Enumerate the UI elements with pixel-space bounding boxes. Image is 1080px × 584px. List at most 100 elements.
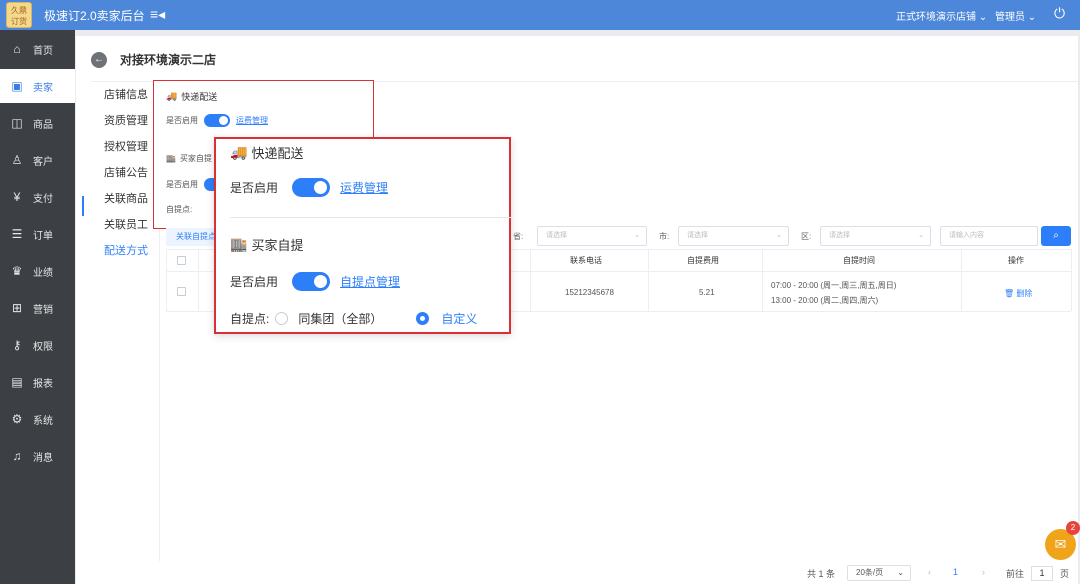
subnav-item-authorization[interactable]: 授权管理 (104, 140, 160, 166)
goto-page-input[interactable]: 1 (1031, 566, 1053, 581)
keyword-input[interactable]: 请输入内容 (940, 226, 1038, 246)
users-icon: ♙ (11, 153, 23, 167)
sidebar-item-label: 营销 (33, 304, 53, 316)
sidebar-item-permissions[interactable]: ⚷ 权限 (0, 328, 75, 362)
sidebar: ⌂ 首页 ▣ 卖家 ◫ 商品 ♙ 客户 ¥ 支付 ☰ 订单 ♛ 业绩 ⊞ 营销 ⚷ 权限 ▤ 报表 … (0, 30, 75, 584)
top-bar: 久鼎 订货 极速订2.0卖家后台 ≡◂ 正式环境演示店铺 ⌄ 管理员 ⌄ ⏻ (0, 0, 1080, 30)
gear-icon: ⚙ (11, 412, 23, 426)
page-size-select[interactable]: 20条/页 ⌄ (847, 565, 911, 581)
sidebar-item-messages[interactable]: ♫ 消息 (0, 439, 75, 473)
sidebar-item-system[interactable]: ⚙ 系统 (0, 402, 75, 436)
enable-label: 是否启用 (230, 275, 279, 289)
sidebar-item-orders[interactable]: ☰ 订单 (0, 217, 75, 251)
table-col-border (198, 249, 199, 311)
active-indicator (82, 196, 84, 216)
bag-icon: ◫ (11, 116, 23, 130)
table-col-border (648, 249, 649, 311)
sidebar-item-home[interactable]: ⌂ 首页 (0, 32, 75, 66)
store-switcher[interactable]: 正式环境演示店铺 ⌄ (896, 8, 987, 23)
bell-icon: ♫ (12, 449, 22, 463)
sidebar-item-performance[interactable]: ♛ 业绩 (0, 254, 75, 288)
next-page-button[interactable]: › (982, 567, 985, 577)
prev-page-button[interactable]: ‹ (928, 567, 931, 577)
current-page[interactable]: 1 (953, 567, 958, 577)
select-all-checkbox[interactable] (177, 256, 186, 265)
express-toggle[interactable] (292, 178, 331, 197)
store-name: 正式环境演示店铺 (896, 12, 976, 23)
row-checkbox[interactable] (177, 287, 186, 296)
pickup-toggle[interactable] (292, 272, 331, 291)
gift-icon: ⊞ (11, 301, 23, 315)
select-placeholder: 请选择 (546, 232, 567, 239)
chevron-down-icon: ⌄ (776, 232, 782, 239)
pickup-title-text: 买家自提 (179, 154, 212, 163)
user-menu[interactable]: 管理员 ⌄ (995, 8, 1036, 23)
sidebar-item-label: 商品 (33, 119, 53, 131)
express-enable-row: 是否启用 运费管理 (166, 114, 268, 127)
column-header-action: 操作 (1008, 256, 1024, 265)
express-title-text: 快递配送 (251, 146, 304, 161)
back-arrow-icon[interactable]: ← (91, 52, 107, 68)
table-col-border (530, 249, 531, 311)
truck-icon: 🚚 (166, 91, 178, 101)
cell-time-line2: 13:00 - 20:00 (周二,周四,周六) (771, 296, 879, 305)
sidebar-item-label: 业绩 (33, 267, 53, 279)
search-button[interactable]: ⌕ (1041, 226, 1071, 246)
store-subnav: 店铺信息 资质管理 授权管理 店铺公告 关联商品 关联员工 配送方式 (104, 88, 160, 270)
freight-management-link[interactable]: 运费管理 (236, 115, 268, 126)
chevron-down-icon: ⌄ (978, 12, 988, 23)
province-select[interactable]: 请选择 ⌄ (537, 226, 647, 246)
delete-label: 删除 (1016, 289, 1033, 298)
table-col-border (961, 249, 962, 311)
subnav-item-delivery[interactable]: 配送方式 (104, 244, 160, 270)
district-select[interactable]: 请选择 ⌄ (820, 226, 931, 246)
power-icon[interactable]: ⏻ (1054, 5, 1065, 22)
province-label: 省: (513, 232, 524, 241)
subnav-item-store-info[interactable]: 店铺信息 (104, 88, 160, 114)
home-icon: ⌂ (13, 42, 21, 56)
express-section-title: 🚚 快递配送 (166, 90, 217, 103)
cell-fee: 5.21 (699, 288, 715, 297)
express-title-text: 快递配送 (181, 92, 218, 102)
city-select[interactable]: 请选择 ⌄ (678, 226, 789, 246)
select-placeholder: 请选择 (687, 232, 708, 239)
delete-button[interactable]: 🗑 删除 (1004, 288, 1032, 299)
pickup-title-text: 买家自提 (251, 238, 304, 253)
sidebar-item-label: 支付 (33, 193, 53, 205)
sidebar-item-marketing[interactable]: ⊞ 营销 (0, 291, 75, 325)
pickup-icon: 🏬 (230, 236, 248, 252)
subnav-item-announcement[interactable]: 店铺公告 (104, 166, 160, 192)
sidebar-item-customers[interactable]: ♙ 客户 (0, 143, 75, 177)
menu-toggle-icon[interactable]: ≡◂ (150, 6, 165, 23)
sidebar-item-payment[interactable]: ¥ 支付 (0, 180, 75, 214)
express-enable-row: 是否启用 运费管理 (230, 178, 388, 197)
sidebar-item-goods[interactable]: ◫ 商品 (0, 106, 75, 140)
radio-all-group[interactable] (275, 312, 289, 325)
express-toggle[interactable] (204, 114, 230, 127)
radio-custom[interactable] (416, 312, 430, 325)
pickup-mini-title: 🏬 买家自提 (166, 153, 212, 164)
sidebar-item-label: 报表 (33, 378, 53, 390)
goto-label: 前往 (1006, 569, 1025, 579)
shop-icon: ▣ (11, 79, 23, 93)
sidebar-item-seller[interactable]: ▣ 卖家 (0, 69, 75, 103)
district-label: 区: (801, 232, 812, 241)
zoomed-delivery-callout: 🚚 快递配送 是否启用 运费管理 🏬 买家自提 是否启用 自提点管理 自提点: 同集团（… (214, 137, 511, 334)
sidebar-item-label: 卖家 (33, 82, 53, 94)
sidebar-item-reports[interactable]: ▤ 报表 (0, 365, 75, 399)
divider (230, 217, 511, 218)
subnav-item-linked-staff[interactable]: 关联员工 (104, 218, 160, 244)
pickup-management-link[interactable]: 自提点管理 (340, 273, 400, 290)
sidebar-item-label: 客户 (33, 156, 53, 168)
app-window: 久鼎 订货 极速订2.0卖家后台 ≡◂ 正式环境演示店铺 ⌄ 管理员 ⌄ ⏻ ⌂… (0, 0, 1080, 584)
pickup-enable-row: 是否启用 自提点管理 (230, 272, 400, 291)
option-custom-label[interactable]: 自定义 (441, 310, 477, 327)
subnav-item-qualification[interactable]: 资质管理 (104, 114, 160, 140)
freight-management-link[interactable]: 运费管理 (340, 179, 388, 196)
app-logo: 久鼎 订货 (6, 2, 32, 28)
cell-time-line1: 07:00 - 20:00 (周一,周三,周五,周日) (771, 281, 897, 290)
option-all-group-label[interactable]: 同集团（全部） (298, 310, 382, 327)
page-size-value: 20条/页 (856, 568, 884, 577)
table-col-border (166, 249, 167, 311)
subnav-item-linked-goods[interactable]: 关联商品 (104, 192, 160, 218)
